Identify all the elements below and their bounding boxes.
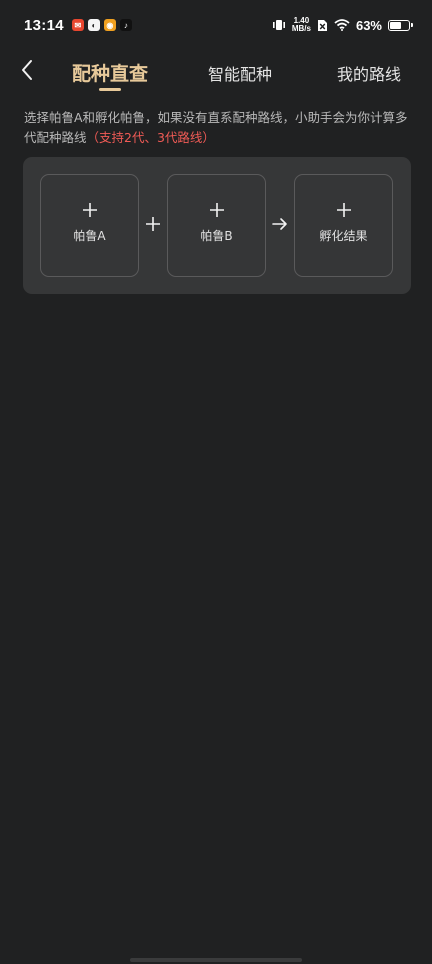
nav-header: 配种直查 智能配种 我的路线 (0, 50, 432, 94)
battery-fill (390, 21, 401, 29)
chevron-left-icon (22, 60, 32, 80)
status-app-icons: ✉ ◐ ◉ ♪ (71, 19, 132, 31)
tab-my-routes[interactable]: 我的路线 (337, 50, 401, 94)
hatch-result-slot[interactable]: 孵化结果 (294, 174, 393, 277)
battery-icon (388, 19, 413, 31)
arrow-right-icon (272, 218, 287, 230)
status-right: 1.40 MB/s 63% (272, 17, 413, 33)
description-highlight: （支持2代、3代路线） (86, 130, 215, 145)
hatch-result-label: 孵化结果 (319, 229, 368, 243)
description-main: 选择帕鲁A和孵化帕鲁，如果没有直系配种路线，小助手会为你计算多代配种路线 (24, 110, 408, 145)
add-icon (82, 203, 97, 217)
add-icon (336, 203, 351, 217)
parent-b-label: 帕鲁B (200, 229, 233, 243)
breeding-card: 帕鲁A 帕鲁B 孵化结果 (23, 157, 411, 294)
status-time: 13:14 (24, 16, 64, 34)
back-button[interactable] (14, 56, 40, 84)
description-text: 选择帕鲁A和孵化帕鲁，如果没有直系配种路线，小助手会为你计算多代配种路线（支持2… (24, 108, 414, 148)
net-speed-unit: MB/s (291, 24, 311, 33)
status-bar: 13:14 ✉ ◐ ◉ ♪ 1.40 MB/s 63% (0, 0, 432, 50)
net-speed: 1.40 MB/s (292, 17, 311, 33)
news-app-icon: ✉ (71, 19, 84, 31)
tab-smart-breeding[interactable]: 智能配种 (208, 50, 272, 94)
vibrate-icon (272, 20, 285, 30)
no-sim-icon (317, 19, 327, 31)
parent-a-label: 帕鲁A (73, 229, 106, 243)
home-indicator[interactable] (130, 958, 302, 962)
battery-percent: 63% (355, 17, 382, 33)
plus-operator-icon (146, 217, 160, 231)
parent-a-slot[interactable]: 帕鲁A (40, 174, 139, 277)
weibo-app-icon: ◐ (87, 19, 100, 31)
tiktok-icon: ♪ (119, 19, 132, 31)
orange-app-icon: ◉ (103, 19, 116, 31)
parent-b-slot[interactable]: 帕鲁B (167, 174, 266, 277)
wifi-icon (334, 19, 350, 31)
active-tab-indicator (99, 88, 121, 91)
add-icon (209, 203, 224, 217)
